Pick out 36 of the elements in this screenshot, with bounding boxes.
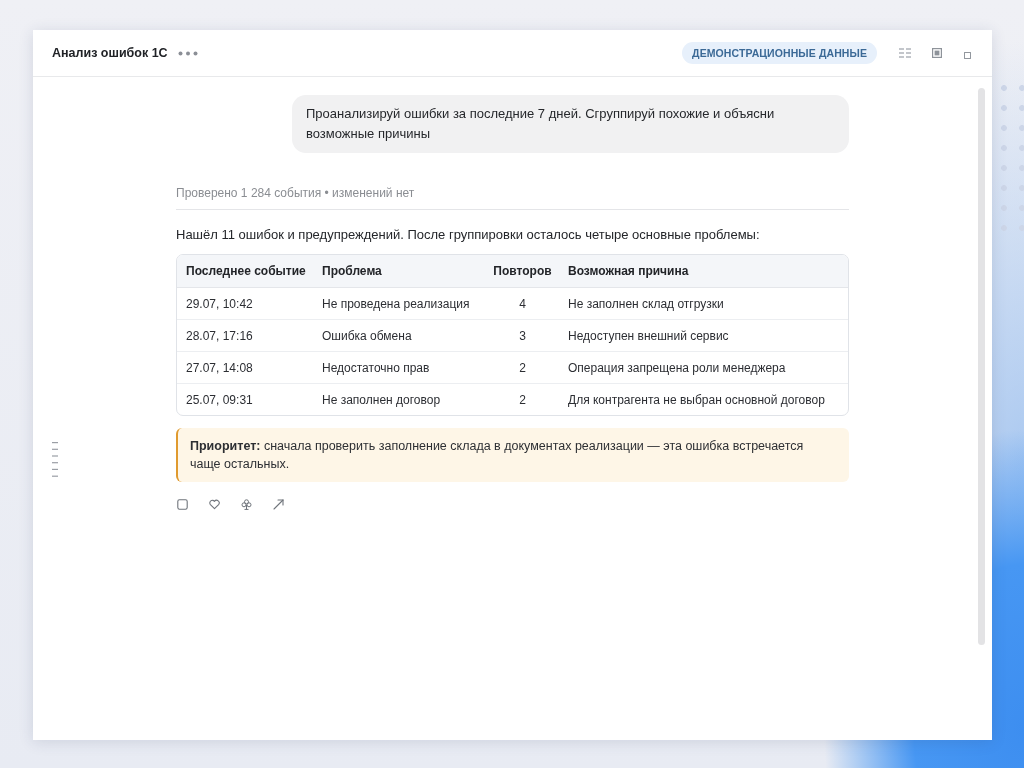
table-cell: Операция запрещена роли менеджера (559, 351, 848, 384)
table-cell: Ошибка обмена (313, 319, 486, 352)
answer-text: Нашёл 11 ошибок и предупреждений. После группировки осталось четыре основные проблемы: (176, 226, 761, 244)
table-cell: Не заполнен договор (313, 383, 486, 415)
scrollbar-thumb[interactable] (978, 88, 985, 645)
user-message: Проанализируй ошибки за последние 7 дней. Сгруппируй похожие и объясни возможные причины (292, 95, 849, 153)
table-cell: 4 (486, 287, 559, 320)
column-header: Проблема (313, 255, 486, 288)
window-icon[interactable] (932, 48, 942, 58)
table-cell: 28.07, 17:16 (177, 319, 313, 352)
window-title: Анализ ошибок 1С (52, 46, 168, 60)
drag-handle-icon[interactable] (52, 442, 58, 477)
table-cell: 25.07, 09:31 (177, 383, 313, 415)
column-header: Последнее событие (177, 255, 313, 288)
table-cell: 29.07, 10:42 (177, 287, 313, 320)
heart-icon[interactable] (209, 499, 220, 510)
column-header: Повторов (486, 255, 559, 288)
list-icon[interactable] (899, 48, 911, 58)
column-header: Возможная причина (559, 255, 848, 288)
table-cell: Не проведена реализация (313, 287, 486, 320)
club-icon[interactable] (241, 499, 252, 510)
table-cell: 27.07, 14:08 (177, 351, 313, 384)
table-cell: Недостаточно прав (313, 351, 486, 384)
table-cell: Для контрагента не выбран основной договор (559, 383, 848, 415)
table-cell: 2 (486, 351, 559, 384)
copy-icon[interactable] (177, 499, 188, 510)
table-cell: Недоступен внешний сервис (559, 319, 848, 352)
demo-data-badge: ДЕМОНСТРАЦИОННЫЕ ДАННЫЕ (682, 42, 877, 64)
status-text: Проверено 1 284 события • изменений нет (176, 185, 416, 202)
more-icon[interactable] (177, 50, 198, 56)
maximize-icon[interactable] (964, 51, 971, 59)
priority-note: Приоритет: сначала проверить заполнение склада в документах реализации — эта ошибка встречается чаще остальных. (176, 428, 849, 482)
table-cell: 2 (486, 383, 559, 415)
arrow-icon[interactable] (273, 499, 284, 510)
table-cell: 3 (486, 319, 559, 352)
table-cell: Не заполнен склад отгрузки (559, 287, 848, 320)
